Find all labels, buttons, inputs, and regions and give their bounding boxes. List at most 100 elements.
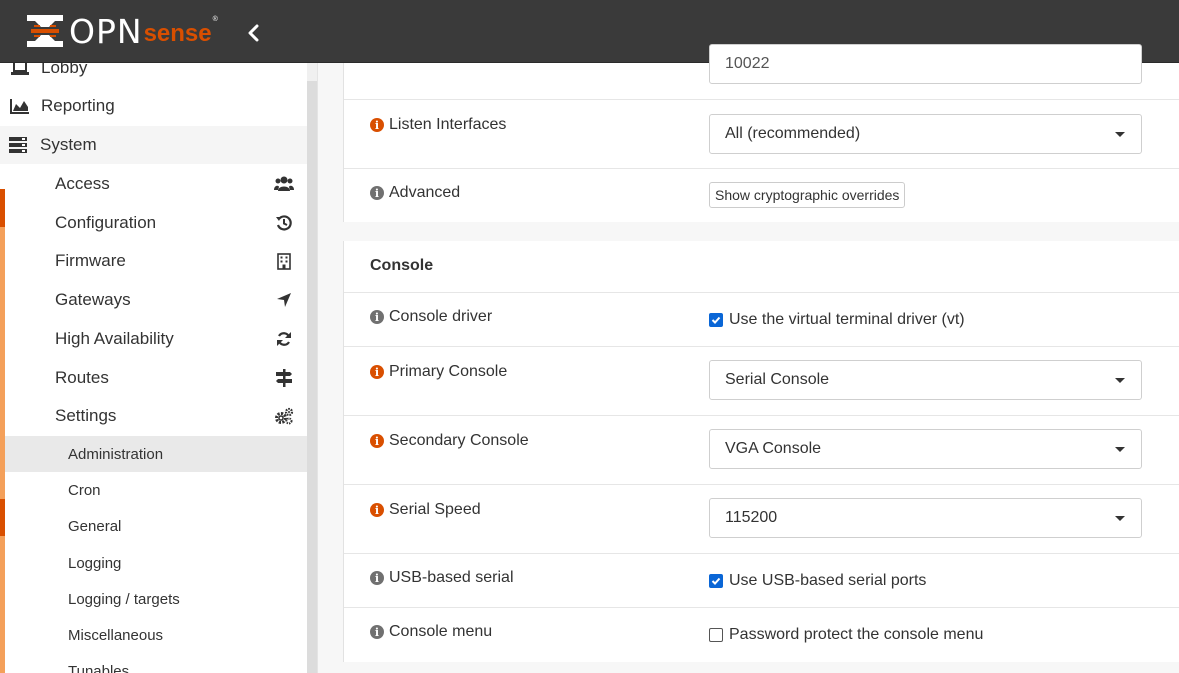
- collapse-sidebar-chevron-left-icon[interactable]: [244, 21, 264, 45]
- sidebar-item-label: Gateways: [55, 290, 131, 309]
- console-driver-checkbox-group[interactable]: Use the virtual terminal driver (vt): [709, 311, 965, 329]
- sidebar-item-administration[interactable]: Administration: [5, 436, 307, 472]
- sidebar-item-firmware[interactable]: Firmware: [5, 242, 307, 280]
- sidebar-scrollbar[interactable]: [307, 63, 317, 673]
- logo-text-sub: sense: [143, 20, 212, 47]
- info-icon[interactable]: i: [370, 365, 384, 379]
- logo-registered-mark: ®: [212, 15, 218, 23]
- sidebar-item-tunables[interactable]: Tunables: [5, 653, 307, 673]
- sidebar-item-label: Configuration: [55, 213, 157, 232]
- listen-interfaces-row: i Listen Interfaces All (recommended): [344, 99, 1179, 169]
- info-icon[interactable]: i: [370, 434, 384, 448]
- console-menu-checkbox[interactable]: [709, 628, 723, 642]
- caret-down-icon: [1115, 515, 1125, 521]
- sidebar-item-settings[interactable]: Settings: [5, 397, 307, 435]
- server-icon: [8, 137, 28, 153]
- sidebar-item-label: System: [40, 135, 97, 154]
- area-chart-icon: [10, 98, 30, 114]
- sidebar-item-label: Miscellaneous: [68, 626, 164, 644]
- info-icon[interactable]: i: [370, 186, 384, 200]
- console-driver-checkbox[interactable]: [709, 313, 723, 327]
- info-icon[interactable]: i: [370, 571, 384, 585]
- history-icon: [274, 215, 294, 231]
- sidebar-item-label: Cron: [68, 481, 101, 499]
- sidebar-item-general[interactable]: General: [5, 508, 307, 544]
- caret-down-icon: [1115, 377, 1125, 383]
- console-driver-row: i Console driver Use the virtual termina…: [344, 292, 1179, 347]
- console-panel: Console i Console driver Use the virtual…: [343, 241, 1179, 662]
- usb-serial-text: USB-based serial: [389, 569, 514, 586]
- info-icon[interactable]: i: [370, 118, 384, 132]
- sidebar-item-label: Routes: [55, 368, 109, 387]
- sidebar-item-label: High Availability: [55, 329, 174, 348]
- advanced-row: i Advanced Show cryptographic overrides: [344, 168, 1179, 223]
- advanced-label: i Advanced: [370, 184, 460, 202]
- sidebar-item-logging[interactable]: Logging: [5, 545, 307, 581]
- caret-down-icon: [1115, 446, 1125, 452]
- usb-serial-checkbox[interactable]: [709, 574, 723, 588]
- serial-speed-select[interactable]: 115200: [709, 498, 1142, 538]
- sidebar-item-configuration[interactable]: Configuration: [5, 204, 307, 242]
- listen-interfaces-label: i Listen Interfaces: [370, 116, 506, 134]
- sidebar-item-access[interactable]: Access: [5, 165, 307, 203]
- secondary-console-text: Secondary Console: [389, 432, 529, 449]
- sidebar-item-label: Access: [55, 174, 110, 193]
- sidebar-scrollbar-thumb[interactable]: [307, 81, 317, 673]
- secondary-console-value: VGA Console: [725, 440, 822, 457]
- primary-console-label: i Primary Console: [370, 363, 507, 381]
- building-icon: [274, 252, 294, 270]
- laptop-icon: [10, 63, 30, 76]
- show-cryptographic-overrides-button[interactable]: Show cryptographic overrides: [709, 182, 906, 208]
- map-signs-icon: [274, 369, 294, 387]
- console-driver-text: Console driver: [389, 308, 493, 325]
- sidebar-item-cron[interactable]: Cron: [5, 472, 307, 508]
- opnsense-logo-mark-icon: [25, 13, 65, 49]
- refresh-icon: [274, 331, 294, 347]
- sidebar-item-gateways[interactable]: Gateways: [5, 281, 307, 319]
- ssh-port-input[interactable]: 10022: [709, 44, 1142, 84]
- sidebar-item-label: Settings: [55, 406, 117, 425]
- content-divider: [317, 63, 318, 673]
- advanced-text: Advanced: [389, 184, 461, 201]
- console-menu-label: i Console menu: [370, 623, 492, 641]
- usb-serial-checkbox-group[interactable]: Use USB-based serial ports: [709, 572, 926, 590]
- primary-console-value: Serial Console: [725, 371, 830, 388]
- cogs-icon: [274, 407, 294, 425]
- serial-speed-row: i Serial Speed 115200: [344, 484, 1179, 554]
- sidebar-item-label: Reporting: [41, 96, 115, 115]
- listen-interfaces-value: All (recommended): [725, 125, 861, 142]
- usb-serial-label: i USB-based serial: [370, 569, 514, 587]
- sidebar-item-miscellaneous[interactable]: Miscellaneous: [5, 617, 307, 653]
- sidebar-item-reporting[interactable]: Reporting: [0, 87, 307, 125]
- sidebar-item-high-availability[interactable]: High Availability: [5, 320, 307, 358]
- console-menu-checkbox-group[interactable]: Password protect the console menu: [709, 626, 983, 644]
- ssh-port-row: 10022: [344, 44, 1179, 99]
- info-icon[interactable]: i: [370, 625, 384, 639]
- info-icon[interactable]: i: [370, 503, 384, 517]
- serial-speed-text: Serial Speed: [389, 501, 481, 518]
- sidebar-item-system[interactable]: System: [0, 126, 307, 164]
- users-icon: [274, 176, 294, 192]
- sidebar-item-logging-targets[interactable]: Logging / targets: [5, 581, 307, 617]
- primary-console-select[interactable]: Serial Console: [709, 360, 1142, 400]
- sidebar-item-label: Firmware: [55, 251, 126, 270]
- sidebar-item-lobby[interactable]: Lobby: [0, 63, 307, 87]
- listen-interfaces-select[interactable]: All (recommended): [709, 114, 1142, 154]
- sidebar-item-label: Logging / targets: [68, 590, 180, 608]
- caret-down-icon: [1115, 131, 1125, 137]
- sidebar-item-label: General: [68, 517, 122, 535]
- opnsense-logo[interactable]: OPN sense ®: [25, 11, 218, 51]
- info-icon[interactable]: i: [370, 310, 384, 324]
- console-menu-text: Console menu: [389, 623, 493, 640]
- sidebar-item-label: Tunables: [68, 662, 130, 673]
- console-menu-checkbox-label: Password protect the console menu: [729, 626, 984, 643]
- secondary-console-select[interactable]: VGA Console: [709, 429, 1142, 469]
- console-driver-label: i Console driver: [370, 308, 492, 326]
- logo-text-main: OPN: [69, 11, 143, 51]
- sidebar-item-label: Logging: [68, 554, 122, 572]
- sidebar-item-routes[interactable]: Routes: [5, 359, 307, 397]
- usb-serial-row: i USB-based serial Use USB-based serial …: [344, 553, 1179, 608]
- listen-interfaces-text: Listen Interfaces: [389, 116, 507, 133]
- location-arrow-icon: [274, 292, 294, 308]
- sidebar-item-label: Administration: [68, 445, 164, 463]
